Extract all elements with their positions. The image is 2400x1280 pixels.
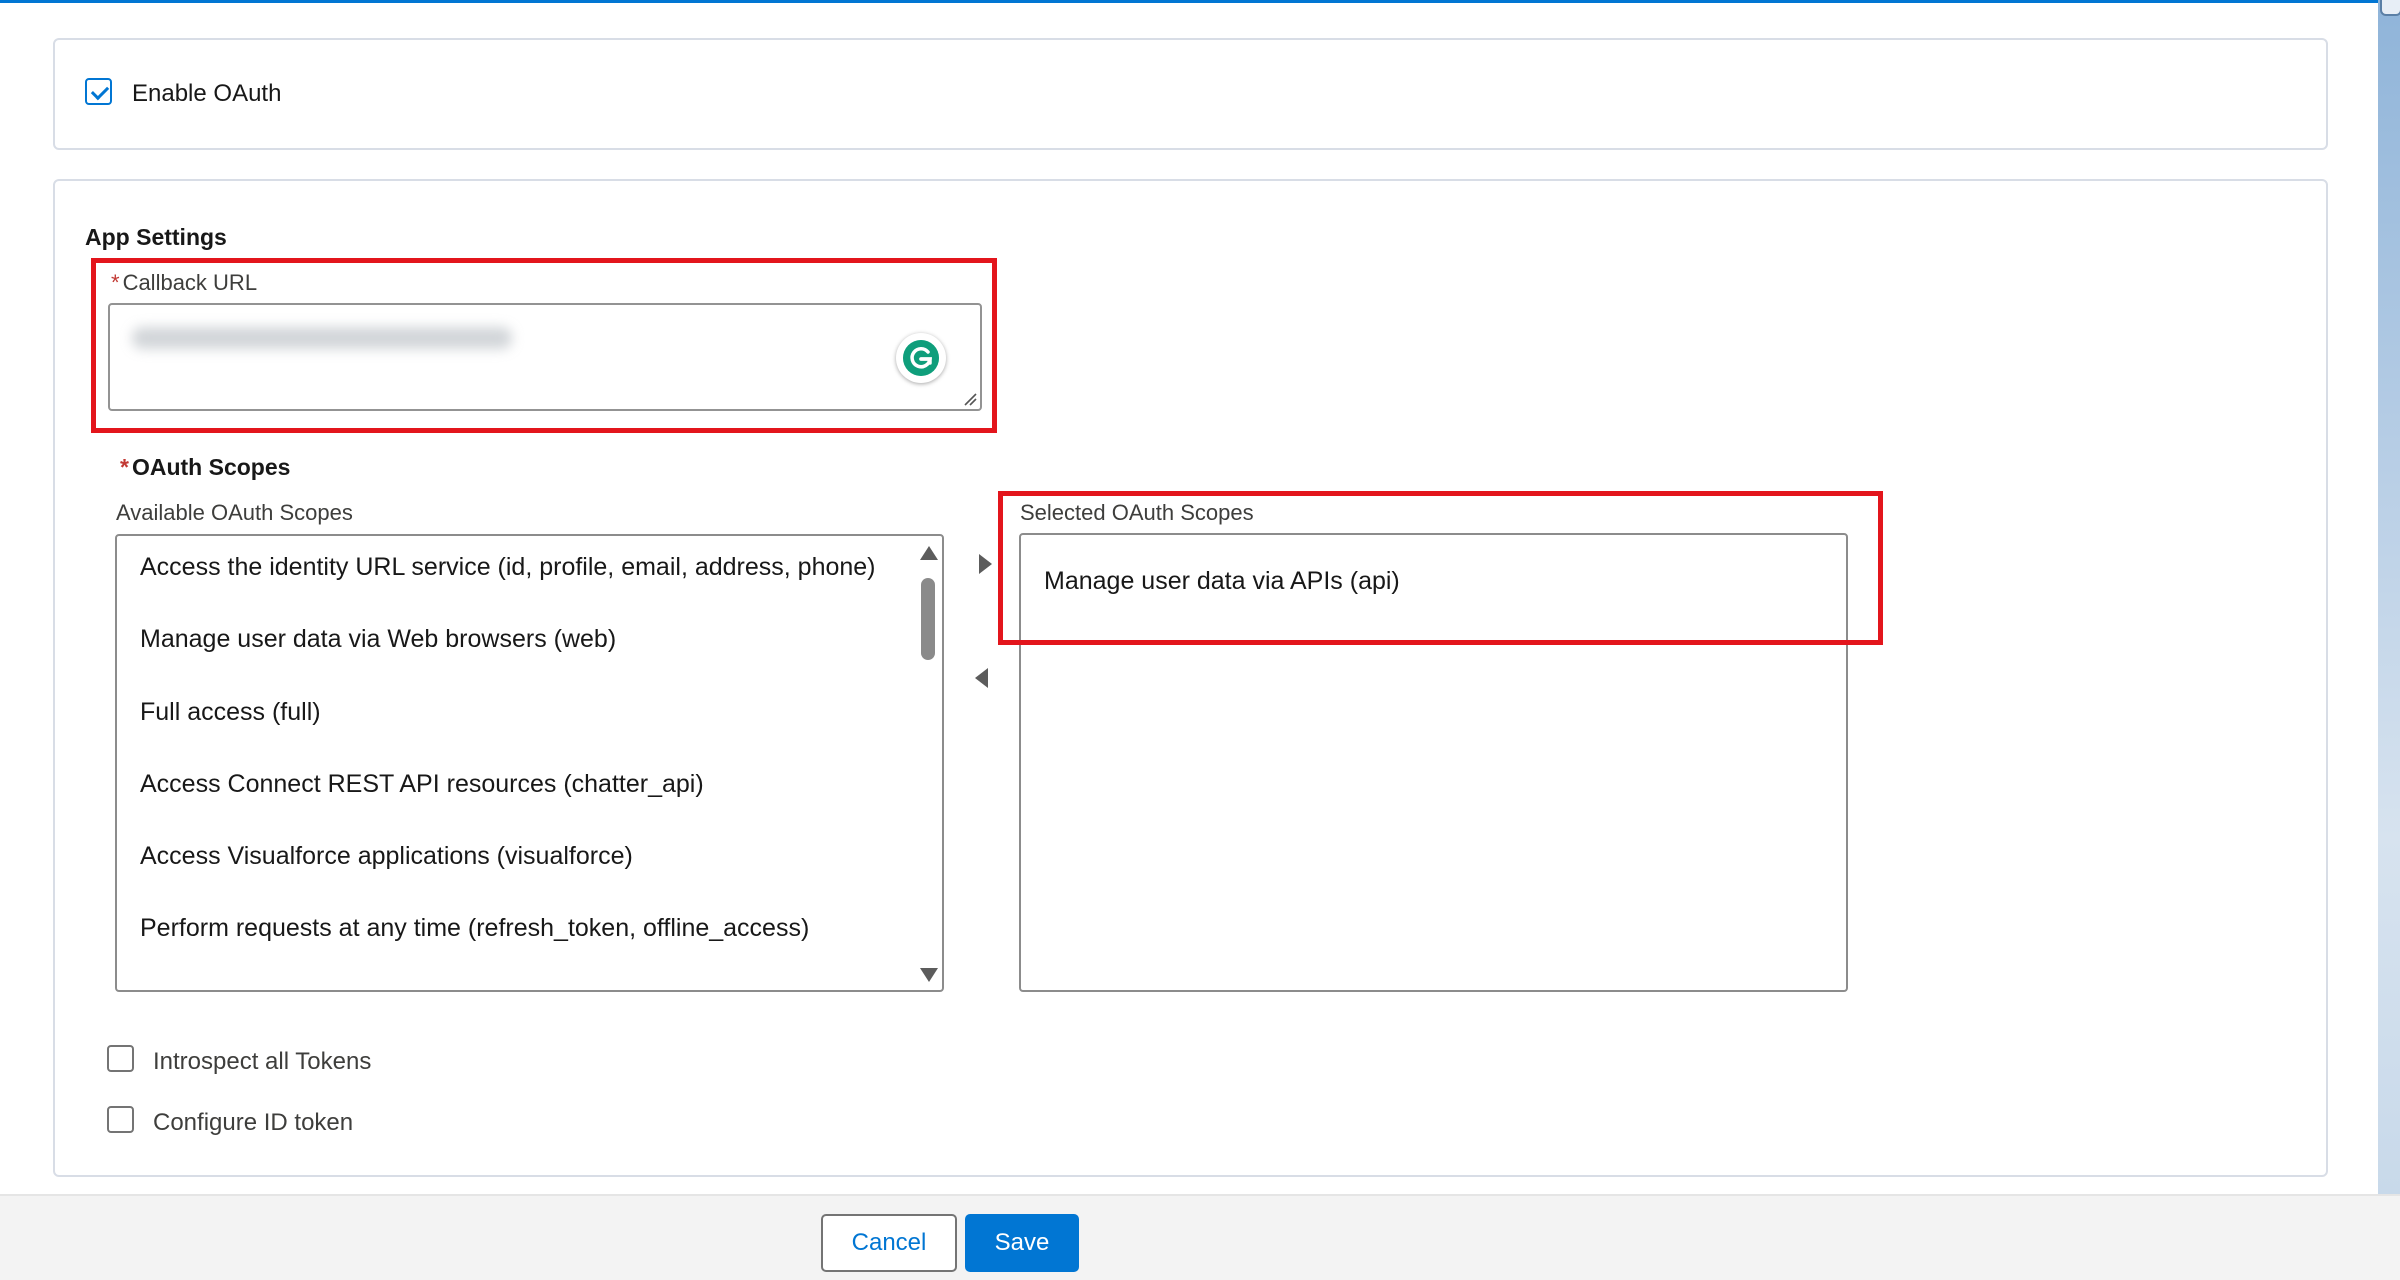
- footer-bar: Cancel Save: [0, 1194, 2400, 1280]
- save-button[interactable]: Save: [965, 1214, 1079, 1272]
- top-accent-line: [0, 0, 2378, 3]
- scope-option[interactable]: Access the identity URL service (id, pro…: [140, 553, 876, 582]
- scope-option[interactable]: Manage user data via Web browsers (web): [140, 625, 616, 654]
- available-scopes-label: Available OAuth Scopes: [116, 500, 353, 525]
- scroll-down-icon[interactable]: [920, 968, 938, 982]
- window-corner-icon: [2380, 0, 2400, 16]
- callback-url-input[interactable]: [108, 303, 982, 411]
- callback-url-label-text: Callback URL: [122, 270, 258, 295]
- app-settings-title: App Settings: [85, 224, 227, 250]
- resize-grip-icon[interactable]: [963, 392, 977, 406]
- configure-id-token-checkbox[interactable]: [107, 1106, 134, 1133]
- callback-url-label: * Callback URL: [111, 270, 257, 296]
- enable-oauth-checkbox[interactable]: [85, 78, 112, 105]
- scope-option[interactable]: Full access (full): [140, 698, 321, 727]
- enable-oauth-label: Enable OAuth: [132, 80, 282, 107]
- cancel-button[interactable]: Cancel: [821, 1214, 957, 1272]
- grammarly-icon[interactable]: [896, 333, 946, 383]
- scope-option[interactable]: Access Connect REST API resources (chatt…: [140, 770, 704, 799]
- introspect-tokens-checkbox[interactable]: [107, 1045, 134, 1072]
- configure-id-token-label: Configure ID token: [153, 1109, 354, 1136]
- arrow-left-icon: [975, 668, 988, 688]
- required-marker: *: [120, 454, 129, 480]
- move-right-button[interactable]: [973, 552, 997, 576]
- available-scopes-list[interactable]: Access the identity URL service (id, pro…: [115, 534, 944, 992]
- oauth-scopes-title-text: OAuth Scopes: [131, 454, 291, 480]
- introspect-tokens-label: Introspect all Tokens: [153, 1048, 372, 1075]
- arrow-right-icon: [979, 554, 992, 574]
- scroll-up-icon[interactable]: [920, 546, 938, 560]
- window-edge: [2378, 0, 2400, 1196]
- required-marker: *: [111, 270, 120, 295]
- move-left-button[interactable]: [971, 666, 995, 690]
- list-scrollbar[interactable]: [917, 542, 939, 986]
- scope-option[interactable]: Perform requests at any time (refresh_to…: [140, 914, 809, 943]
- selected-scopes-highlight-box: [998, 491, 1883, 645]
- scope-option[interactable]: Access Visualforce applications (visualf…: [140, 842, 633, 871]
- oauth-scopes-title: * OAuth Scopes: [120, 454, 290, 481]
- enable-oauth-card: Enable OAuth: [53, 38, 2328, 150]
- callback-url-redacted-value: [132, 327, 512, 349]
- scroll-thumb[interactable]: [921, 578, 935, 660]
